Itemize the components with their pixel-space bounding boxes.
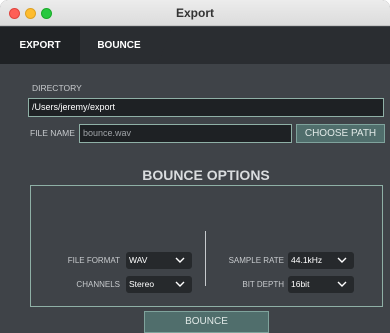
bit-depth-value: 16bit bbox=[291, 279, 310, 289]
file-format-select[interactable]: WAV bbox=[126, 252, 192, 269]
bounce-options-title: BOUNCE OPTIONS bbox=[142, 167, 270, 183]
file-format-label: FILE FORMAT bbox=[67, 256, 120, 265]
tab-bounce[interactable]: BOUNCE bbox=[80, 27, 158, 64]
channels-label: CHANNELS bbox=[76, 280, 120, 289]
tab-bar: EXPORT BOUNCE bbox=[0, 27, 390, 64]
chevron-down-icon bbox=[337, 281, 347, 287]
title-bar: Export bbox=[0, 0, 390, 26]
sample-rate-value: 44.1kHz bbox=[291, 255, 323, 265]
chevron-down-icon bbox=[175, 281, 185, 287]
file-name-label: FILE NAME bbox=[30, 128, 75, 138]
bit-depth-label: BIT DEPTH bbox=[242, 280, 284, 289]
sample-rate-select[interactable]: 44.1kHz bbox=[288, 252, 354, 269]
bit-depth-select[interactable]: 16bit bbox=[288, 276, 354, 293]
channels-select[interactable]: Stereo bbox=[126, 276, 192, 293]
sample-rate-label: SAMPLE RATE bbox=[228, 256, 284, 265]
tab-export[interactable]: EXPORT bbox=[0, 27, 80, 64]
choose-path-button[interactable]: CHOOSE PATH bbox=[296, 124, 385, 143]
channels-value: Stereo bbox=[129, 279, 155, 289]
file-name-field[interactable]: bounce.wav bbox=[79, 124, 292, 143]
file-format-value: WAV bbox=[129, 255, 148, 265]
chevron-down-icon bbox=[175, 257, 185, 263]
bounce-button[interactable]: BOUNCE bbox=[144, 311, 269, 333]
directory-label: DIRECTORY bbox=[32, 83, 82, 93]
tab-bar-edge bbox=[158, 27, 172, 64]
directory-field[interactable]: /Users/jeremy/export bbox=[28, 98, 384, 117]
options-divider bbox=[205, 231, 206, 286]
window-title: Export bbox=[175, 6, 214, 20]
export-window: Export EXPORT BOUNCE DIRECTORY /Users/je… bbox=[0, 0, 390, 333]
chevron-down-icon bbox=[337, 257, 347, 263]
